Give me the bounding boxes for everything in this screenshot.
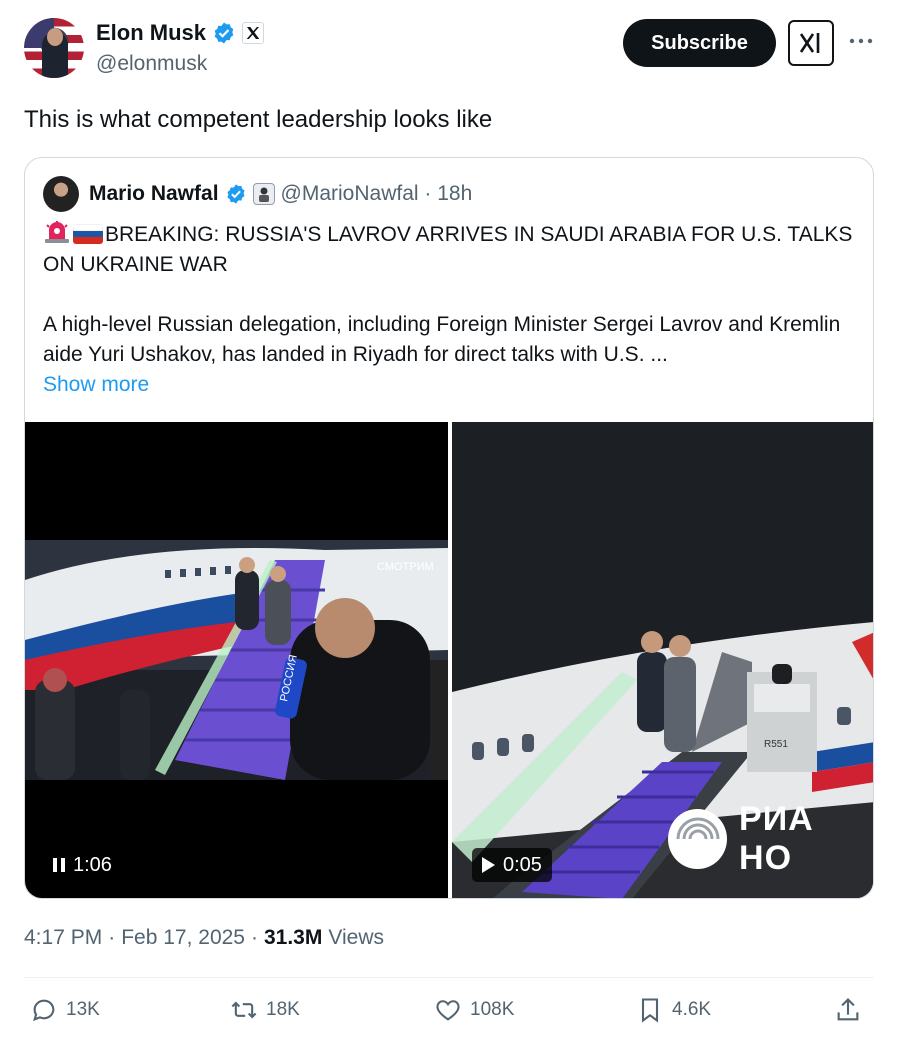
share-icon <box>837 998 859 1021</box>
repost-icon <box>231 1001 257 1019</box>
quoted-tweet[interactable]: Mario Nawfal @MarioNawfal · 18h BREAKING… <box>24 157 874 899</box>
video-1-duration: 1:06 <box>73 853 112 876</box>
video-player-2[interactable]: R551 РИА НО 0:05 <box>452 422 873 898</box>
video-2-duration: 0:05 <box>503 853 542 876</box>
tweet-header: Elon Musk @elonmusk Subscribe <box>0 0 898 90</box>
bookmark-icon <box>641 998 659 1023</box>
ria-watermark-text: РИА НО <box>739 800 814 877</box>
rotating-light-icon <box>45 221 69 243</box>
tweet-actions: 13K 18K 108K 4.6K <box>24 996 874 1034</box>
tweet-date[interactable]: Feb 17, 2025 <box>121 926 245 950</box>
vehicle-label: R551 <box>764 739 788 750</box>
reply-button[interactable]: 13K <box>30 996 100 1024</box>
russia-flag-icon <box>73 224 103 244</box>
repost-button[interactable]: 18K <box>230 996 300 1024</box>
video-still-image: РОССИЯ СМОТРИМ <box>25 540 448 780</box>
ria-logo-icon <box>668 809 728 869</box>
author-avatar[interactable] <box>24 18 84 78</box>
affiliate-badge-icon <box>252 183 275 205</box>
show-more-link[interactable]: Show more <box>43 373 149 396</box>
quote-author-name[interactable]: Mario Nawfal <box>89 182 219 206</box>
subscribe-button[interactable]: Subscribe <box>623 19 776 67</box>
author-name[interactable]: Elon Musk <box>96 20 206 46</box>
reply-icon <box>33 999 55 1022</box>
quote-header: Mario Nawfal @MarioNawfal · 18h <box>43 176 472 212</box>
bookmark-count: 4.6K <box>672 999 712 1020</box>
video-1-controls[interactable]: 1:06 <box>43 848 122 882</box>
tweet-meta: 4:17 PM · Feb 17, 2025 · 31.3M Views <box>24 926 384 950</box>
views-label: Views <box>328 926 384 949</box>
verified-badge-icon <box>227 184 245 204</box>
like-count: 108K <box>470 999 515 1020</box>
play-icon[interactable] <box>482 857 495 873</box>
repost-count: 18K <box>266 999 300 1020</box>
quote-body: BREAKING: RUSSIA'S LAVROV ARRIVES IN SAU… <box>43 220 853 400</box>
quote-headline-line: BREAKING: RUSSIA'S LAVROV ARRIVES IN SAU… <box>43 220 853 280</box>
pause-icon[interactable] <box>53 858 65 872</box>
quote-author-avatar[interactable] <box>43 176 79 212</box>
author-name-row: Elon Musk <box>96 20 265 46</box>
grok-icon[interactable] <box>788 20 834 66</box>
video-2-controls[interactable]: 0:05 <box>472 848 552 882</box>
author-handle[interactable]: @elonmusk <box>96 52 207 76</box>
tweet-time[interactable]: 4:17 PM <box>24 926 102 950</box>
like-button[interactable]: 108K <box>434 996 514 1024</box>
video-player-1[interactable]: РОССИЯ СМОТРИМ 1:06 <box>25 422 448 898</box>
more-options-icon[interactable] <box>846 26 876 56</box>
meta-separator: · <box>108 926 116 949</box>
reply-count: 13K <box>66 999 100 1020</box>
quote-handle-time: @MarioNawfal · 18h <box>280 182 473 205</box>
share-button[interactable] <box>834 996 862 1024</box>
tweet-text: This is what competent leadership looks … <box>24 106 493 133</box>
views-count: 31.3M <box>263 926 323 949</box>
divider <box>24 977 874 978</box>
video-overlay-text: СМОТРИМ <box>377 561 434 573</box>
x-affiliate-icon[interactable] <box>242 22 265 44</box>
ria-watermark: РИА НО <box>668 800 873 878</box>
quote-headline: BREAKING: RUSSIA'S LAVROV ARRIVES IN SAU… <box>43 223 853 276</box>
bookmark-button[interactable]: 4.6K <box>636 996 711 1024</box>
quote-text: A high-level Russian delegation, includi… <box>43 313 841 366</box>
avatar-face <box>47 28 63 46</box>
heart-icon <box>436 1000 460 1021</box>
verified-badge-icon <box>214 22 234 44</box>
meta-separator: · <box>250 926 258 949</box>
video-frame-airport: РОССИЯ СМОТРИМ <box>25 540 448 780</box>
